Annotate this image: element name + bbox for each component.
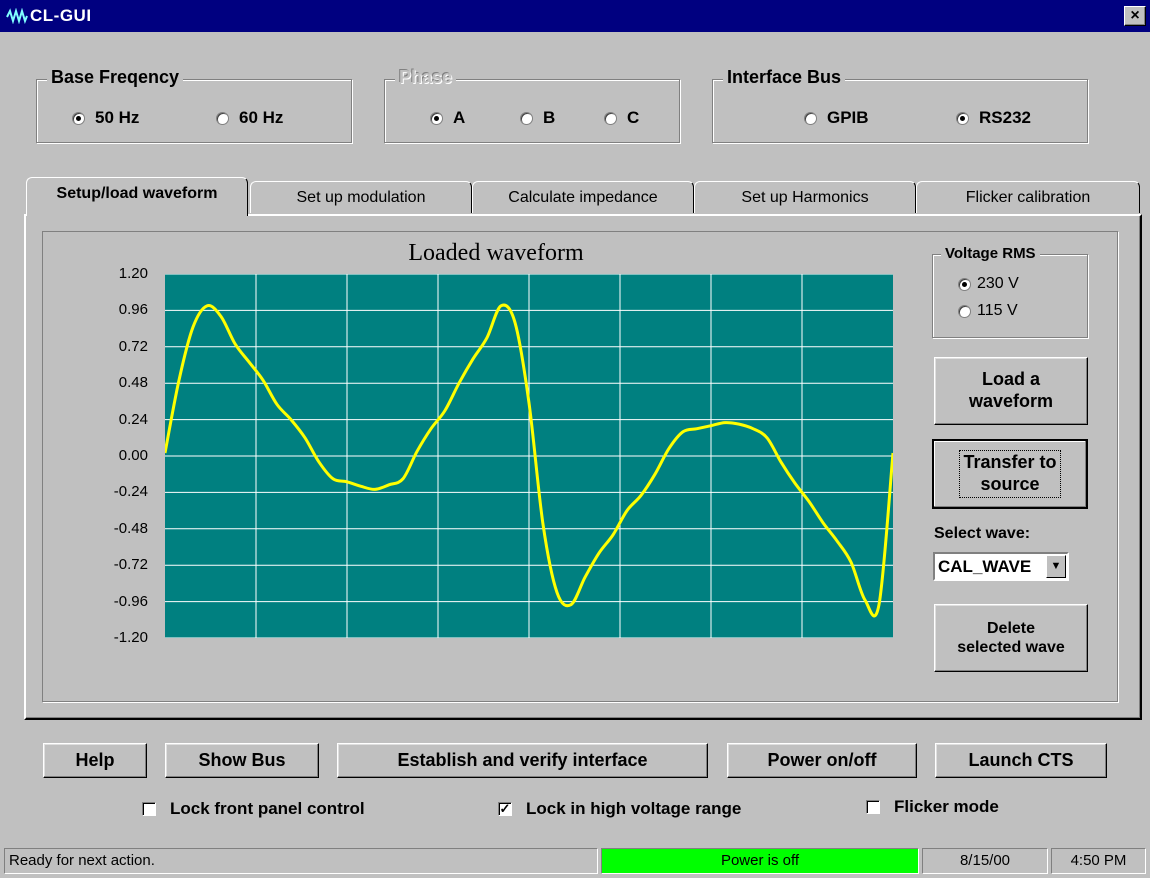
interface-bus-legend: Interface Bus (723, 67, 846, 88)
tab-set-up-harmonics[interactable]: Set up Harmonics (694, 181, 916, 213)
y-tick-label: 0.72 (118, 337, 148, 355)
flicker-mode-label: Flicker mode (894, 797, 999, 816)
radio-230v[interactable]: 230 V (958, 275, 1019, 293)
radio-gpib-label: GPIB (827, 108, 869, 127)
y-tick-label: 0.48 (118, 374, 148, 392)
y-tick-label: 0.24 (118, 410, 148, 428)
power-status: Power is off (601, 848, 919, 874)
radio-phase-a[interactable]: A (430, 108, 465, 128)
show-bus-button[interactable]: Show Bus (165, 743, 319, 778)
transfer-focus-rect: Transfer to source (959, 450, 1061, 498)
radio-60hz-label: 60 Hz (239, 108, 284, 127)
y-tick-label: -1.20 (113, 629, 148, 646)
radio-230v-label: 230 V (977, 275, 1019, 292)
radio-60hz[interactable]: 60 Hz (216, 108, 283, 128)
lock-front-panel-box[interactable] (142, 802, 156, 816)
window-title: CL-GUI (30, 6, 92, 25)
radio-phase-b[interactable]: B (520, 108, 555, 128)
radio-phase-c-label: C (627, 108, 640, 127)
help-button[interactable]: Help (43, 743, 147, 778)
select-wave-value: CAL_WAVE (938, 557, 1032, 576)
delete-line2: selected wave (957, 639, 1065, 656)
interface-bus-group: Interface Bus (712, 67, 1088, 143)
lock-high-voltage-checkbox[interactable]: ✓ Lock in high voltage range (498, 799, 741, 819)
status-message: Ready for next action. (4, 848, 598, 874)
lock-high-voltage-box[interactable]: ✓ (498, 802, 512, 816)
radio-gpib[interactable]: GPIB (804, 108, 869, 128)
lock-front-panel-checkbox[interactable]: Lock front panel control (142, 799, 365, 819)
y-tick-label: -0.24 (113, 483, 148, 501)
phase-legend: Phase (395, 67, 457, 88)
delete-line1: Delete (986, 619, 1036, 637)
status-date: 8/15/00 (922, 848, 1048, 874)
tab-set-up-modulation[interactable]: Set up modulation (250, 181, 472, 213)
radio-gpib-dot[interactable] (804, 111, 817, 125)
y-tick-label: 0.00 (118, 447, 148, 464)
radio-phase-a-dot[interactable] (430, 111, 443, 125)
voltage-rms-legend: Voltage RMS (941, 245, 1040, 262)
radio-50hz-dot[interactable] (72, 111, 85, 125)
radio-rs232[interactable]: RS232 (956, 108, 1031, 128)
tab-setup-load-waveform[interactable]: Setup/load waveform (26, 177, 248, 216)
radio-phase-c[interactable]: C (604, 108, 639, 128)
flicker-mode-checkbox[interactable]: Flicker mode (866, 797, 999, 817)
voltage-rms-group: Voltage RMS (932, 245, 1088, 338)
radio-60hz-dot[interactable] (216, 111, 229, 125)
radio-115v-dot[interactable] (958, 304, 971, 318)
title-bar[interactable]: CL-GUI × (0, 0, 1150, 32)
y-tick-label: 1.20 (118, 265, 148, 282)
chart-title: Loaded waveform (408, 240, 584, 266)
load-waveform-line2: waveform (968, 391, 1054, 411)
tab-flicker-calibration[interactable]: Flicker calibration (916, 181, 1140, 213)
delete-selected-wave-button[interactable]: Delete selected wave (934, 604, 1088, 672)
establish-interface-button[interactable]: Establish and verify interface (337, 743, 708, 778)
lock-high-voltage-label: Lock in high voltage range (526, 799, 742, 818)
transfer-line1: Transfer to (963, 452, 1057, 473)
status-time: 4:50 PM (1051, 848, 1146, 874)
load-waveform-line1: Load a (981, 369, 1040, 390)
radio-50hz-label: 50 Hz (95, 108, 140, 127)
y-tick-label: 0.96 (118, 301, 148, 319)
radio-phase-b-label: B (543, 108, 556, 127)
chevron-down-icon[interactable]: ▼ (1046, 555, 1066, 578)
select-wave-dropdown[interactable]: CAL_WAVE ▼ (933, 552, 1069, 581)
y-tick-label: -0.96 (113, 592, 148, 610)
radio-rs232-label: RS232 (979, 108, 1031, 127)
flicker-mode-box[interactable] (866, 800, 880, 814)
close-button[interactable]: × (1124, 6, 1146, 26)
waveform-app-icon (6, 8, 28, 24)
radio-phase-a-label: A (453, 108, 466, 127)
radio-50hz[interactable]: 50 Hz (72, 108, 139, 128)
waveform-plot (165, 274, 893, 638)
radio-phase-b-dot[interactable] (520, 111, 533, 125)
lock-front-panel-label: Lock front panel control (170, 799, 365, 818)
y-tick-label: -0.72 (113, 556, 148, 574)
transfer-line2: source (980, 474, 1040, 494)
radio-rs232-dot[interactable] (956, 111, 969, 125)
base-frequency-legend: Base Freqency (47, 67, 184, 88)
launch-cts-button[interactable]: Launch CTS (935, 743, 1107, 778)
y-tick-label: -0.48 (113, 519, 148, 537)
power-on-off-button[interactable]: Power on/off (727, 743, 917, 778)
transfer-to-source-button[interactable]: Transfer to source (932, 439, 1088, 509)
radio-phase-c-dot[interactable] (604, 111, 617, 125)
load-waveform-button[interactable]: Load a waveform (934, 357, 1088, 425)
radio-115v[interactable]: 115 V (958, 302, 1018, 320)
select-wave-label: Select wave: (934, 525, 1031, 542)
radio-115v-label: 115 V (977, 302, 1018, 319)
radio-230v-dot[interactable] (958, 277, 971, 291)
tab-calculate-impedance[interactable]: Calculate impedance (472, 181, 694, 213)
